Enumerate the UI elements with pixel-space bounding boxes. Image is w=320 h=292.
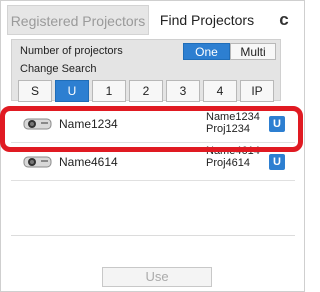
projector-detail-name: Name4614	[206, 145, 260, 157]
u-badge-icon: U	[269, 116, 285, 132]
projector-icon	[23, 156, 52, 168]
projector-detail-name: Name1234	[206, 111, 260, 123]
search-button-3[interactable]: 3	[166, 80, 200, 102]
projector-detail-proj: Proj1234	[206, 123, 251, 135]
projector-name: Name4614	[59, 155, 118, 169]
projector-detail-proj: Proj4614	[206, 157, 251, 169]
mode-multi-button[interactable]: Multi	[230, 43, 276, 60]
projector-row[interactable]: Name1234 Name1234 Proj1234 U	[11, 105, 295, 143]
tab-find-projectors[interactable]: Find Projectors	[151, 5, 263, 35]
search-settings: Number of projectors One Multi Change Se…	[11, 39, 281, 102]
list-divider	[11, 235, 295, 236]
projector-panel: Registered Projectors Find Projectors c …	[0, 0, 305, 292]
projector-icon	[23, 118, 52, 130]
search-button-ip[interactable]: IP	[240, 80, 274, 102]
use-button[interactable]: Use	[102, 267, 212, 287]
search-button-4[interactable]: 4	[203, 80, 237, 102]
change-search-label: Change Search	[20, 63, 97, 75]
refresh-icon[interactable]: c	[271, 7, 297, 33]
u-badge-icon: U	[269, 154, 285, 170]
tab-registered-projectors[interactable]: Registered Projectors	[7, 5, 149, 35]
projector-row[interactable]: Name4614 Name4614 Proj4614 U	[11, 143, 295, 181]
search-button-u[interactable]: U	[55, 80, 89, 102]
number-of-projectors-label: Number of projectors	[20, 45, 123, 57]
search-button-1[interactable]: 1	[92, 80, 126, 102]
projector-name: Name1234	[59, 117, 118, 131]
search-filter-buttons: S U 1 2 3 4 IP	[18, 78, 276, 102]
search-button-2[interactable]: 2	[129, 80, 163, 102]
tab-bar: Registered Projectors Find Projectors c	[1, 1, 304, 37]
projector-detail: Name1234 Proj1234	[206, 111, 260, 135]
projector-list: Name1234 Name1234 Proj1234 U Name4614 Na…	[11, 105, 295, 235]
projector-detail: Name4614 Proj4614	[206, 145, 260, 169]
mode-one-button[interactable]: One	[183, 43, 230, 60]
search-button-s[interactable]: S	[18, 80, 52, 102]
